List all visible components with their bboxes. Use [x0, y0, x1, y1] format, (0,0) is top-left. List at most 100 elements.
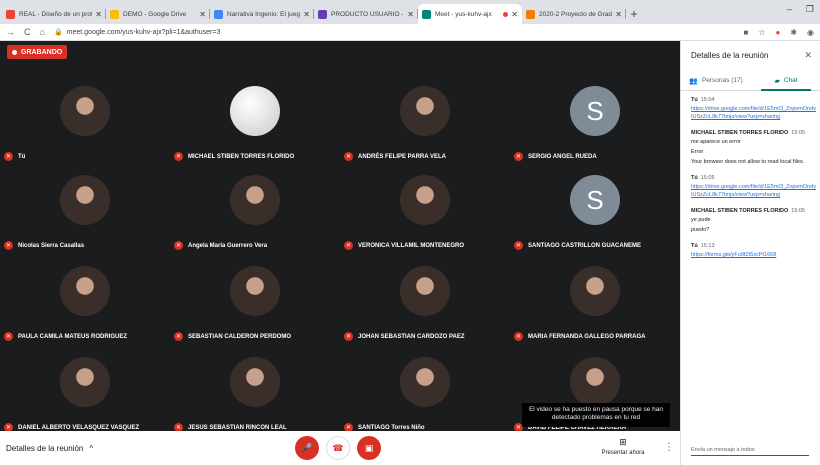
tab-title: Meet - yus-kuhv-ajx: [435, 10, 492, 18]
tab-title: DEMO - Google Drive: [123, 10, 187, 18]
present-icon: ⊞: [619, 437, 627, 447]
participant-name-row: ✕ SEBASTIAN CALDERON PERDOMO: [174, 332, 291, 341]
mic-toggle-button[interactable]: 🎤: [295, 436, 319, 460]
chat-sender: MICHAEL STIBEN TORRES FLORIDO: [691, 208, 789, 214]
browser-tab-strip: REAL - Diseño de un prototipo d✕DEMO - G…: [0, 0, 820, 24]
participant-name-row: ✕ MARIA FERNANDA GALLEGO PARRAGA: [514, 332, 645, 341]
chat-link[interactable]: https://forms.gle/yFu9fZt5xcPt1668: [691, 251, 817, 259]
browser-tab[interactable]: 2020-2 Proyecto de Grado ✕: [522, 4, 626, 24]
meeting-details-label: Detalles de la reunión: [6, 444, 84, 453]
participant-tile[interactable]: S ✕ SERGIO ANGEL RUEDA: [510, 84, 680, 174]
meeting-details-toggle[interactable]: Detalles de la reunión ^: [6, 444, 93, 453]
home-icon[interactable]: ⌂: [40, 27, 45, 37]
browser-tab[interactable]: REAL - Diseño de un prototipo d✕: [2, 4, 106, 24]
participant-avatar: [400, 86, 450, 136]
participant-avatar: [60, 175, 110, 225]
close-icon[interactable]: ✕: [804, 50, 812, 61]
tab-close-icon[interactable]: ✕: [511, 10, 518, 19]
tab-close-icon[interactable]: ✕: [615, 10, 622, 19]
participant-tile[interactable]: ✕ MICHAEL STIBEN TORRES FLORIDO: [170, 84, 340, 174]
network-toast: El video se ha puesto en pausa porque se…: [522, 403, 670, 427]
mic-muted-icon: ✕: [514, 152, 523, 161]
tab-close-icon[interactable]: ✕: [199, 10, 206, 19]
mic-muted-icon: ✕: [344, 332, 353, 341]
more-options-icon[interactable]: ⋮: [664, 442, 674, 453]
participant-tile[interactable]: ✕ PAULA CAMILA MATEUS RODRIGUEZ: [0, 264, 170, 354]
tab-favicon-icon: [318, 9, 327, 19]
participant-name: SEBASTIAN CALDERON PERDOMO: [188, 333, 292, 340]
puzzle-icon[interactable]: ✱: [790, 28, 797, 37]
restore-icon[interactable]: ❐: [806, 4, 814, 15]
mic-muted-icon: ✕: [4, 152, 13, 161]
participant-avatar: [400, 266, 450, 316]
back-icon[interactable]: →: [6, 27, 15, 37]
tab-chat[interactable]: ▰ Chat: [751, 71, 820, 91]
participant-tile[interactable]: ✕ MARIA FERNANDA GALLEGO PARRAGA: [510, 264, 680, 354]
participant-tile[interactable]: ✕ VERONICA VILLAMIL MONTENEGRO: [340, 173, 510, 263]
tab-favicon-icon: [110, 9, 119, 19]
chat-link[interactable]: https://drive.google.com/file/d/1E5mI3_Z…: [691, 105, 817, 121]
participant-tile[interactable]: S ✕ SANTIAGO CASTRILLON GUACANEME: [510, 173, 680, 263]
omnibox[interactable]: 🔒 meet.google.com/yus-kuhv-ajx?pli=1&aut…: [54, 26, 744, 39]
recording-dot-icon: [12, 49, 17, 55]
chat-link[interactable]: https://drive.google.com/file/d/1E5mI3_Z…: [691, 183, 817, 199]
tab-close-icon[interactable]: ✕: [95, 10, 102, 19]
star-icon[interactable]: ☆: [758, 28, 765, 37]
minimize-icon[interactable]: –: [787, 4, 792, 15]
browser-tab[interactable]: Meet - yus-kuhv-ajx ✕: [418, 4, 522, 24]
tab-people-label: Personas (17): [701, 77, 743, 84]
participant-name: VERONICA VILLAMIL MONTENEGRO: [358, 242, 465, 249]
chat-text: ye pude: [691, 217, 711, 223]
chat-text: Error: [691, 149, 704, 155]
new-tab-button[interactable]: +: [626, 4, 642, 24]
participant-avatar: [570, 266, 620, 316]
tab-title: PRODUCTO USUARIO - Formula: [331, 10, 404, 18]
participant-avatar: [60, 357, 110, 407]
url-text: meet.google.com/yus-kuhv-ajx?pli=1&authu…: [66, 28, 221, 36]
people-icon: 👥: [689, 77, 698, 85]
participant-name-row: ✕ Nicolas Sierra Casallas: [4, 241, 84, 250]
participant-name-row: ✕ JOHAN SEBASTIAN CARDOZO PAEZ: [344, 332, 465, 341]
profile-avatar[interactable]: ◉: [807, 28, 814, 37]
participant-name-row: ✕ VERONICA VILLAMIL MONTENEGRO: [344, 241, 464, 250]
participant-tile[interactable]: ✕ Tú: [0, 84, 170, 174]
participant-tile[interactable]: ✕ JOHAN SEBASTIAN CARDOZO PAEZ: [340, 264, 510, 354]
participant-name-row: ✕ ANDRÉS FELIPE PARRA VELA: [344, 152, 446, 161]
tab-title: REAL - Diseño de un prototipo d: [19, 10, 93, 18]
present-now-label: Presentar ahora: [601, 450, 645, 456]
chat-text: puedo?: [691, 227, 710, 233]
reload-icon[interactable]: C: [24, 27, 31, 37]
camera-toggle-button[interactable]: ▣: [357, 436, 381, 460]
chat-timestamp: 15:13: [700, 243, 715, 249]
chat-sender-row: MICHAEL STIBEN TORRES FLORIDO 15:05: [691, 208, 817, 214]
chat-messages: Tú 15:04 https://drive.google.com/file/d/1…: [691, 97, 817, 268]
tab-chat-label: Chat: [783, 77, 798, 84]
tab-favicon-icon: [422, 9, 431, 19]
participant-name-row: ✕ PAULA CAMILA MATEUS RODRIGUEZ: [4, 332, 127, 341]
browser-tab[interactable]: Narrativa Ingenio: El juego - Doc✕: [210, 4, 314, 24]
participant-tile[interactable]: ✕ SEBASTIAN CALDERON PERDOMO: [170, 264, 340, 354]
tab-title: 2020-2 Proyecto de Grado: [539, 10, 613, 18]
participant-tile[interactable]: ✕ Nicolas Sierra Casallas: [0, 173, 170, 263]
chat-text: Your browser does not allow to read loca…: [691, 159, 805, 165]
phone-hangup-icon: ☎: [332, 442, 344, 453]
participant-name-row: ✕ SANTIAGO CASTRILLON GUACANEME: [514, 241, 641, 250]
panel-tabs: 👥 Personas (17) ▰ Chat: [681, 71, 820, 91]
tab-favicon-icon: [6, 9, 15, 19]
extension-icon[interactable]: ●: [775, 28, 780, 37]
bottom-control-bar: Detalles de la reunión ^ 🎤 ☎ ▣ ⊞ Present…: [0, 431, 680, 465]
chat-message-input[interactable]: Envía un mensaje a todos: [691, 447, 809, 456]
camera-indicator-icon[interactable]: ■: [743, 28, 748, 37]
tab-people[interactable]: 👥 Personas (17): [681, 71, 751, 90]
mic-muted-icon: ✕: [514, 332, 523, 341]
hang-up-button[interactable]: ☎: [326, 436, 350, 460]
present-now-button[interactable]: ⊞ Presentar ahora: [598, 437, 648, 456]
chat-sender: Tú: [691, 243, 698, 249]
participant-tile[interactable]: ✕ ANDRÉS FELIPE PARRA VELA: [340, 84, 510, 174]
participant-name-row: ✕ SERGIO ANGEL RUEDA: [514, 152, 597, 161]
browser-tab[interactable]: PRODUCTO USUARIO - Formula✕: [314, 4, 418, 24]
tab-close-icon[interactable]: ✕: [303, 10, 310, 19]
browser-tab[interactable]: DEMO - Google Drive ✕: [106, 4, 210, 24]
participant-tile[interactable]: ✕ Angela María Guerrero Vera: [170, 173, 340, 263]
tab-close-icon[interactable]: ✕: [407, 10, 414, 19]
